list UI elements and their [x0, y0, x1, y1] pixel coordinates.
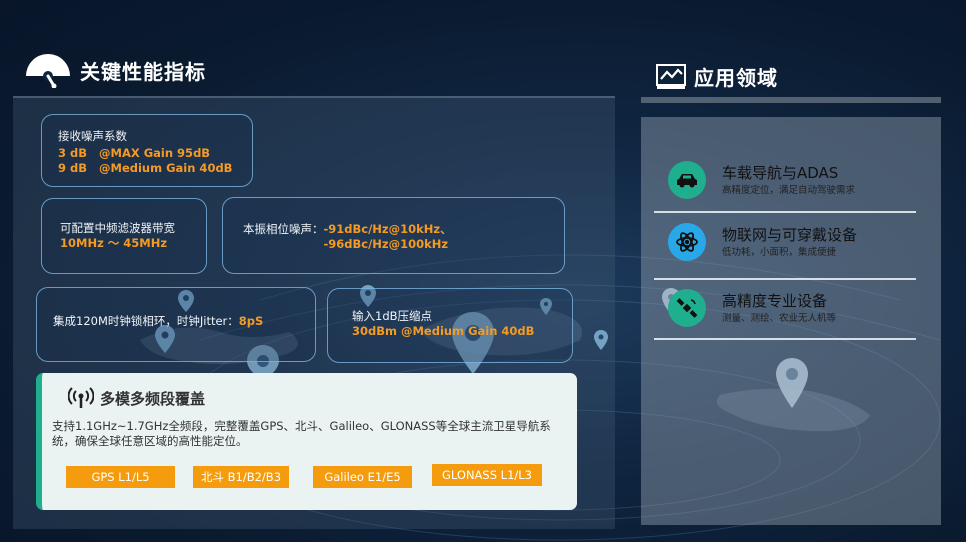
noise-figure-card: 接收噪声系数 3 dB @MAX Gain 95dB 9 dB @Medium …: [41, 114, 253, 187]
phase-noise-label: 本振相位噪声：: [243, 222, 324, 236]
atom-icon: [668, 223, 706, 261]
clock-jitter-label: 集成120M时钟锁相环，时钟Jitter：: [53, 314, 239, 328]
coverage-description: 支持1.1GHz~1.7GHz全频段，完整覆盖GPS、北斗、Galileo、GL…: [52, 419, 551, 448]
noise-figure-value: 9 dB @Medium Gain 40dB: [58, 161, 233, 175]
application-subtitle: 测量、测绘、农业无人机等: [722, 312, 837, 324]
if-filter-card: 可配置中频滤波器带宽 10MHz ～ 45MHz: [41, 198, 207, 274]
clock-jitter-card: 集成120M时钟锁相环，时钟Jitter：8pS: [36, 287, 316, 362]
if-filter-value: 10MHz ～ 45MHz: [60, 236, 168, 250]
tag-beidou: 北斗 B1/B2/B3: [193, 466, 289, 488]
application-subtitle: 高精度定位，满足自动驾驶需求: [722, 184, 856, 196]
kpi-header: 关键性能指标: [24, 52, 206, 88]
compression-point-value: 30dBm @Medium Gain 40dB: [352, 324, 535, 338]
tag-gps: GPS L1/L5: [66, 466, 175, 488]
coverage-card: 多模多频段覆盖 支持1.1GHz~1.7GHz全频段，完整覆盖GPS、北斗、Ga…: [36, 373, 577, 510]
clock-jitter-value: 8pS: [238, 314, 264, 328]
phase-noise-card: 本振相位噪声： -91dBc/Hz@10kHz、 -96dBc/Hz@100kH…: [222, 197, 565, 274]
if-filter-label: 可配置中频滤波器带宽: [60, 221, 175, 235]
application-title: 高精度专业设备: [722, 291, 828, 310]
tag-glonass: GLONASS L1/L3: [432, 464, 542, 486]
phase-noise-value: -96dBc/Hz@100kHz: [323, 237, 449, 251]
application-subtitle: 低功耗，小面积，集成便捷: [722, 246, 837, 258]
noise-figure-value: 3 dB @MAX Gain 95dB: [58, 146, 211, 160]
antenna-signal-icon: [68, 387, 94, 408]
compression-point-label: 输入1dB压缩点: [352, 309, 433, 323]
car-icon: [668, 161, 706, 199]
coverage-title: 多模多频段覆盖: [100, 389, 206, 408]
phase-noise-value: -91dBc/Hz@10kHz、: [323, 222, 452, 236]
satellite-icon: [668, 289, 706, 327]
applications-title: 应用领域: [694, 66, 778, 90]
line-chart-icon: [656, 63, 686, 89]
compression-point-card: 输入1dB压缩点 30dBm @Medium Gain 40dB: [327, 288, 573, 363]
divider: [654, 211, 916, 213]
kpi-title: 关键性能指标: [80, 59, 206, 84]
header-divider: [641, 97, 941, 103]
tag-galileo: Galileo E1/E5: [313, 466, 412, 488]
application-item: 高精度专业设备 测量、测绘、农业无人机等: [668, 289, 836, 327]
noise-figure-label: 接收噪声系数: [58, 129, 127, 143]
application-item: 车载导航与ADAS 高精度定位，满足自动驾驶需求: [668, 161, 855, 199]
gauge-icon: [26, 54, 70, 88]
application-title: 物联网与可穿戴设备: [722, 225, 858, 244]
application-title: 车载导航与ADAS: [722, 163, 839, 182]
divider: [654, 338, 916, 340]
application-item: 物联网与可穿戴设备 低功耗，小面积，集成便捷: [668, 223, 857, 261]
applications-header: 应用领域: [656, 62, 778, 91]
divider: [654, 278, 916, 280]
